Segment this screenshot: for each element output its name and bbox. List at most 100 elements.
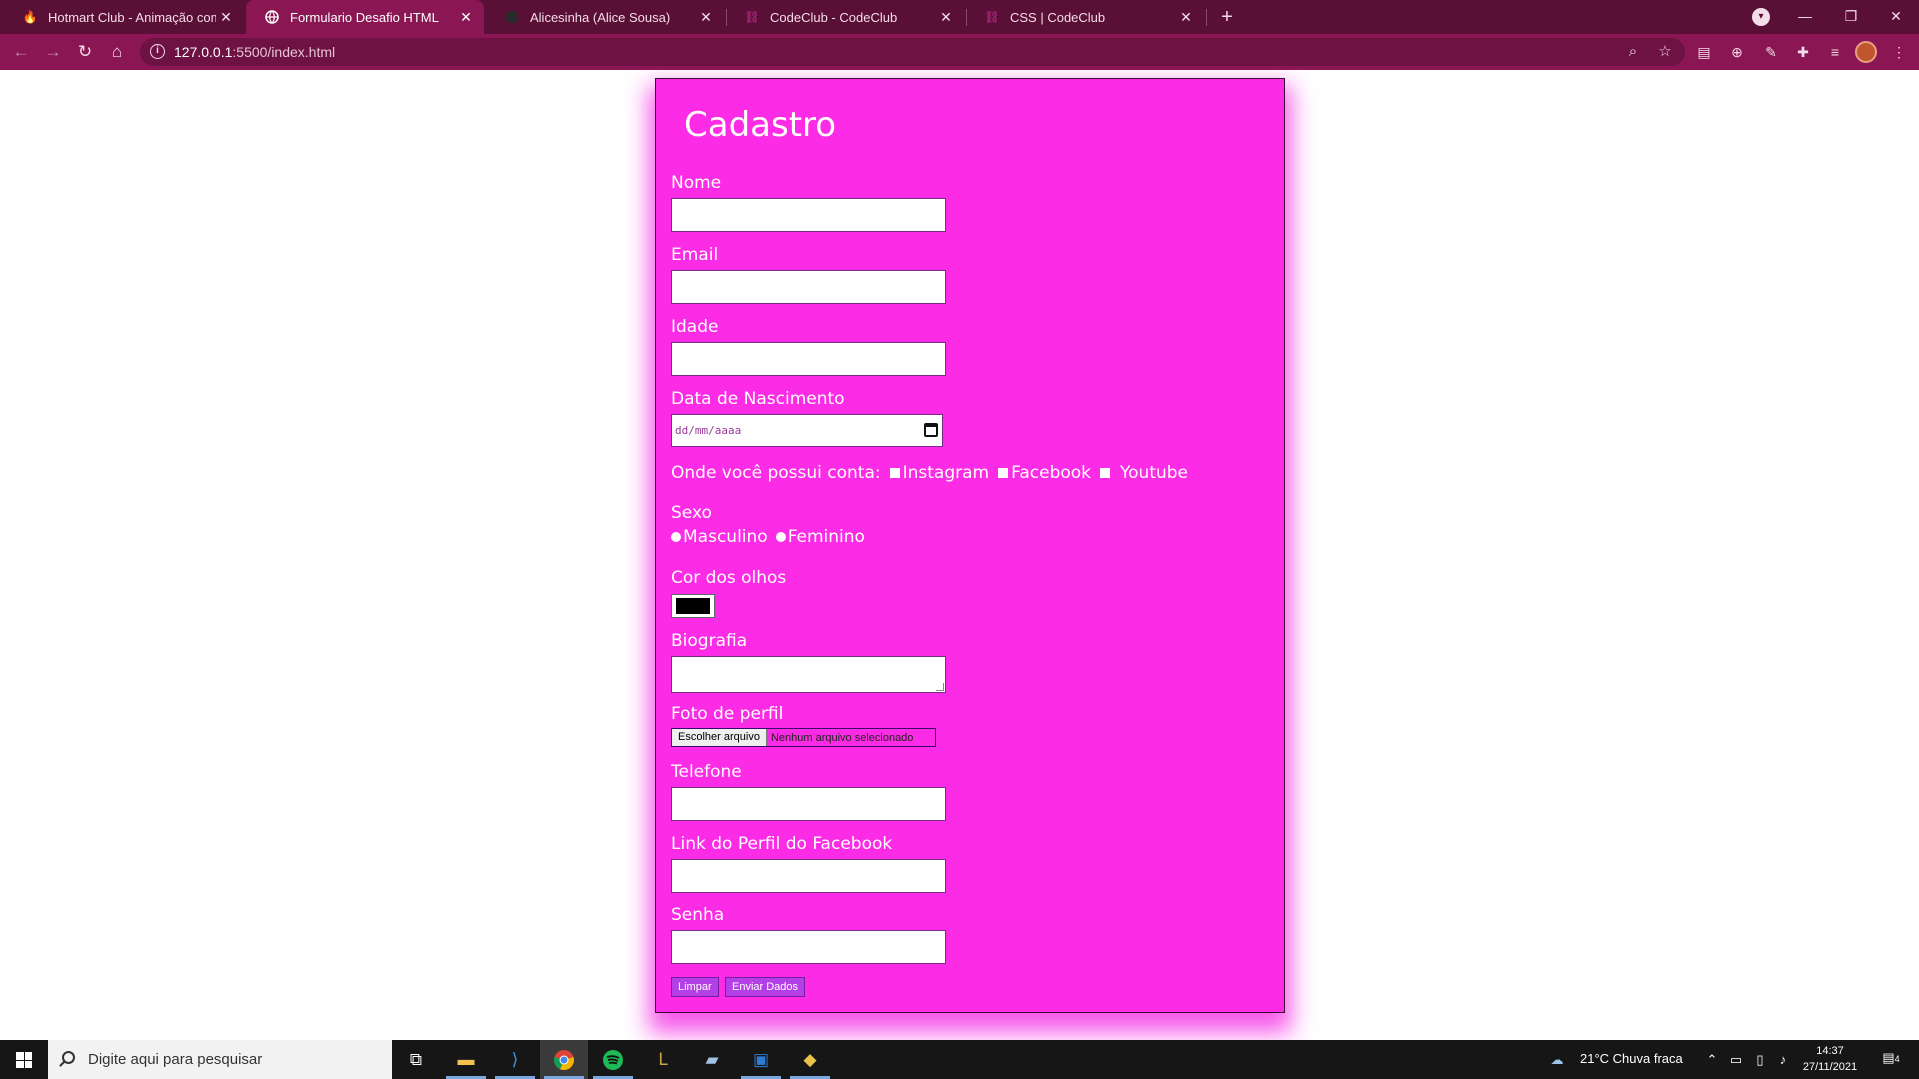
puzzle-extensions-icon[interactable]: ✚ — [1792, 41, 1814, 63]
clock-time: 14:37 — [1816, 1045, 1844, 1057]
taskbar-search[interactable]: Digite aqui para pesquisar — [48, 1040, 392, 1079]
calendar-icon[interactable] — [924, 423, 938, 437]
fire-icon: 🔥 — [22, 10, 38, 24]
meet-now-icon[interactable]: ▭ — [1727, 1051, 1745, 1069]
instagram-checkbox[interactable] — [889, 468, 900, 478]
tray-chevron-icon[interactable]: ⌃ — [1703, 1051, 1721, 1069]
search-placeholder: Digite aqui para pesquisar — [88, 1051, 263, 1068]
eye-color-picker[interactable] — [671, 594, 715, 618]
tab-title: Alicesinha (Alice Sousa) — [530, 9, 671, 25]
bookmark-star-icon[interactable]: ☆ — [1655, 42, 1675, 62]
accounts-row: Onde você possui conta: Instagram Facebo… — [671, 463, 1188, 483]
notification-center-icon[interactable]: ▤4 — [1880, 1050, 1902, 1070]
photos-app-icon[interactable]: ▣ — [746, 1045, 776, 1075]
photo-label: Foto de perfil — [671, 704, 784, 724]
form-title: Cadastro — [684, 105, 837, 145]
age-label: Idade — [671, 317, 719, 337]
site-info-icon[interactable]: i — [150, 44, 165, 59]
profile-avatar[interactable] — [1855, 41, 1877, 63]
pen-extension-icon[interactable]: ✎ — [1760, 41, 1782, 63]
eye-color-label: Cor dos olhos — [671, 568, 787, 588]
bio-textarea[interactable] — [671, 656, 946, 693]
file-explorer-icon[interactable]: ▬ — [451, 1045, 481, 1075]
facebook-link-input[interactable] — [671, 859, 946, 893]
close-tab-icon[interactable]: ✕ — [216, 9, 236, 26]
restore-button[interactable]: ❐ — [1828, 0, 1874, 34]
female-label: Feminino — [787, 527, 865, 547]
close-tab-icon[interactable]: ✕ — [696, 9, 716, 26]
age-input[interactable] — [671, 342, 946, 376]
clock[interactable]: 14:37 27/11/2021 — [1790, 1043, 1870, 1075]
network-icon[interactable]: ▯ — [1751, 1051, 1769, 1069]
submit-button[interactable]: Enviar Dados — [725, 977, 806, 997]
weather-text[interactable]: 21°C Chuva fraca — [1580, 1051, 1683, 1066]
password-input[interactable] — [671, 930, 946, 964]
start-button[interactable] — [0, 1040, 48, 1079]
tab-github[interactable]: Alicesinha (Alice Sousa) ✕ — [486, 0, 724, 34]
close-tab-icon[interactable]: ✕ — [936, 9, 956, 26]
github-icon — [504, 9, 520, 25]
task-view-icon[interactable]: ⧉ — [401, 1045, 431, 1075]
photo-file-input[interactable]: Escolher arquivo Nenhum arquivo selecion… — [671, 728, 936, 747]
tab-formulario[interactable]: Formulario Desafio HTML ✕ — [246, 0, 484, 34]
home-icon[interactable]: ⌂ — [104, 39, 130, 65]
url-path: :5500/index.html — [232, 44, 336, 60]
clock-date: 27/11/2021 — [1802, 1061, 1858, 1073]
email-label: Email — [671, 245, 719, 265]
choose-file-button[interactable]: Escolher arquivo — [672, 729, 767, 746]
resize-handle-icon[interactable] — [936, 683, 944, 691]
address-bar[interactable]: i 127.0.0.1:5500/index.html ⌕ ☆ — [140, 38, 1685, 66]
tab-codeclub[interactable]: ⛓ CodeClub - CodeClub ✕ — [726, 0, 964, 34]
zoom-icon[interactable]: ⌕ — [1623, 42, 1643, 62]
extension-icon[interactable]: ▤ — [1693, 41, 1715, 63]
new-tab-button[interactable]: + — [1214, 4, 1240, 30]
weather-cloud-icon[interactable]: ☁ — [1548, 1051, 1566, 1069]
password-label: Senha — [671, 905, 725, 925]
kebab-menu-icon[interactable]: ⋮ — [1888, 41, 1910, 63]
forward-arrow-icon[interactable]: → — [40, 39, 66, 65]
tab-css-codeclub[interactable]: ⛓ CSS | CodeClub ✕ — [966, 0, 1204, 34]
close-tab-icon[interactable]: ✕ — [1176, 9, 1196, 26]
facebook-link-label: Link do Perfil do Facebook — [671, 834, 893, 854]
facebook-checkbox[interactable] — [998, 468, 1009, 478]
globe-icon — [264, 9, 280, 25]
search-icon — [62, 1051, 75, 1064]
notes-app-icon[interactable]: ▰ — [697, 1045, 727, 1075]
birthdate-input[interactable]: dd/mm/aaaa — [671, 414, 943, 447]
email-input[interactable] — [671, 270, 946, 304]
youtube-label: Youtube — [1120, 463, 1189, 483]
phone-input[interactable] — [671, 787, 946, 821]
add-extension-icon[interactable]: ⊕ — [1726, 41, 1748, 63]
youtube-checkbox[interactable] — [1100, 468, 1111, 478]
browser-toolbar: ← → ↻ ⌂ i 127.0.0.1:5500/index.html ⌕ ☆ … — [0, 34, 1919, 70]
tab-separator — [1206, 9, 1207, 26]
notification-count: 4 — [1894, 1054, 1900, 1064]
signup-form: Cadastro Nome Email Idade Data de Nascim… — [655, 78, 1285, 1013]
gitkraken-icon[interactable]: ◆ — [795, 1045, 825, 1075]
browser-tab-strip: 🔥 Hotmart Club - Animação com H ✕ Formul… — [0, 0, 1919, 34]
close-window-button[interactable]: ✕ — [1873, 0, 1919, 34]
tab-hotmart[interactable]: 🔥 Hotmart Club - Animação com H ✕ — [4, 0, 244, 34]
vscode-icon[interactable]: ⟩ — [500, 1045, 530, 1075]
url-host: 127.0.0.1 — [174, 44, 233, 60]
tab-search-icon[interactable]: ▾ — [1752, 8, 1770, 26]
url-text[interactable]: 127.0.0.1:5500/index.html — [174, 44, 335, 60]
codeclub-icon: ⛓ — [744, 10, 760, 24]
male-label: Masculino — [683, 527, 768, 547]
name-input[interactable] — [671, 198, 946, 232]
minimize-button[interactable]: — — [1782, 0, 1828, 34]
reset-button[interactable]: Limpar — [671, 977, 719, 997]
media-queue-icon[interactable]: ≡ — [1824, 41, 1846, 63]
close-tab-icon[interactable]: ✕ — [456, 9, 476, 26]
male-radio[interactable] — [671, 532, 681, 542]
league-icon[interactable]: Ⅼ — [648, 1045, 678, 1075]
accounts-label: Onde você possui conta: — [671, 463, 881, 483]
bio-label: Biografia — [671, 631, 748, 651]
back-arrow-icon[interactable]: ← — [8, 39, 34, 65]
spotify-icon[interactable] — [598, 1045, 628, 1075]
color-swatch — [676, 598, 710, 614]
female-radio[interactable] — [775, 532, 786, 542]
instagram-label: Instagram — [902, 463, 990, 483]
reload-icon[interactable]: ↻ — [72, 39, 98, 65]
chrome-icon[interactable] — [549, 1045, 579, 1075]
